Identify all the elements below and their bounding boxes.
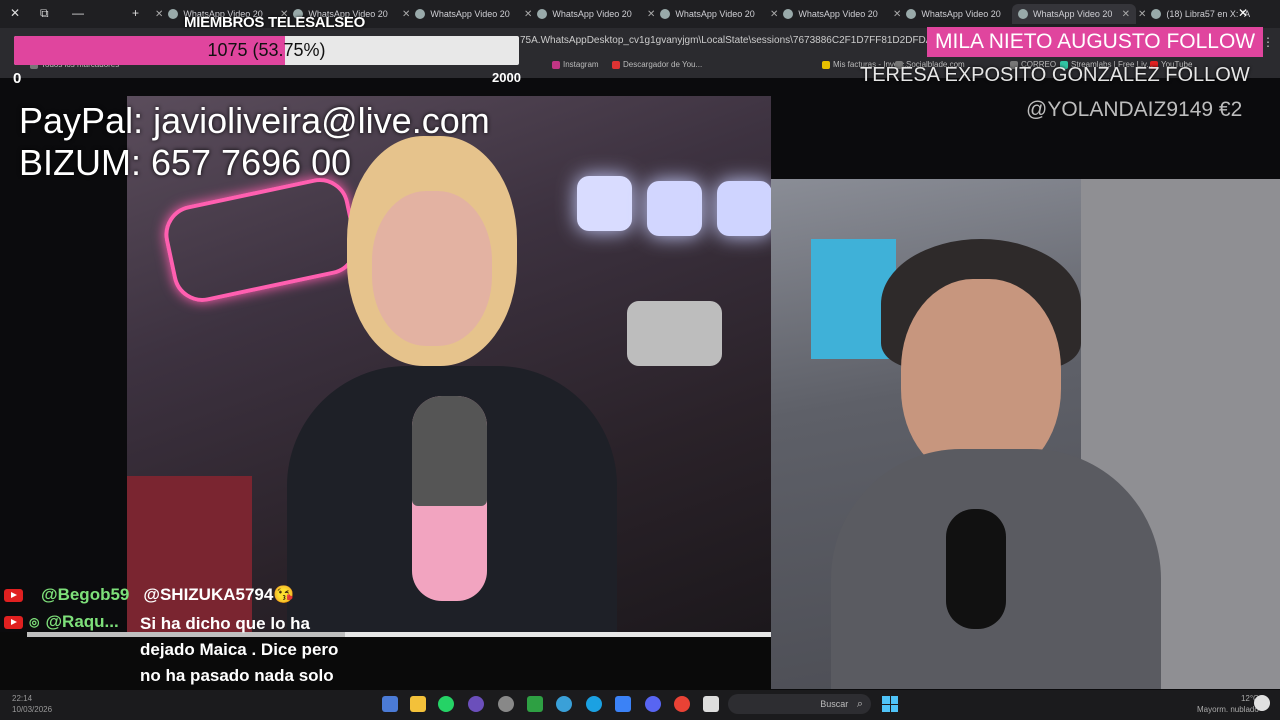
browser-tab-active[interactable]: WhatsApp Video 20 ✕ <box>1012 4 1136 24</box>
chrome-icon[interactable] <box>674 696 690 712</box>
file-explorer-icon[interactable] <box>410 696 426 712</box>
guest-face <box>372 191 492 346</box>
mail-icon[interactable] <box>615 696 631 712</box>
discord-icon[interactable] <box>645 696 661 712</box>
bookmark-item[interactable]: Instagram <box>552 60 599 69</box>
goal-min-label: 0 <box>13 70 22 87</box>
app-icon[interactable] <box>703 696 719 712</box>
tab-favicon-icon <box>783 9 794 19</box>
menu-icon[interactable]: ⋮ <box>1262 35 1274 49</box>
goal-title: MIEMBROS TELESALSEO <box>184 14 365 31</box>
windows-start-icon[interactable] <box>882 696 898 712</box>
app-icon[interactable] <box>498 696 514 712</box>
hex-light <box>717 181 771 236</box>
host-video <box>771 179 1280 689</box>
browser-tab[interactable]: ✕ WhatsApp Video 20 <box>893 4 1011 24</box>
black-microphone <box>946 509 1006 629</box>
chat-username: @Begob59 <box>41 585 130 604</box>
taskbar-weather[interactable]: 12°C Mayorm. nublado <box>1197 693 1259 715</box>
tab-favicon-icon <box>906 9 917 19</box>
chat-message: ◎ @Raqu... <box>4 611 119 633</box>
close-window-icon[interactable]: ✕ <box>10 6 20 20</box>
weather-cloud-icon <box>1254 695 1270 711</box>
hex-light <box>647 181 702 236</box>
search-icon: ⌕ <box>856 698 863 710</box>
tab-favicon-icon <box>415 9 426 19</box>
donation-label: @YOLANDAIZ9149 €2 <box>1026 98 1243 121</box>
app-icon[interactable] <box>468 696 484 712</box>
youtube-icon <box>4 615 23 629</box>
tab-favicon-icon <box>537 9 548 19</box>
hex-light <box>577 176 632 231</box>
whatsapp-icon[interactable] <box>438 696 454 712</box>
app-icon[interactable] <box>527 696 543 712</box>
chat-message: @Begob59 @SHIZUKA5794😘 <box>4 584 295 606</box>
tab-favicon-icon <box>1018 9 1028 19</box>
chat-text: @SHIZUKA5794😘 <box>143 585 295 604</box>
app-icon[interactable] <box>556 696 572 712</box>
follow-alert-secondary: TERESA EXPOSITO GONZALEZ FOLLOW <box>860 64 1250 86</box>
edge-icon[interactable] <box>586 696 602 712</box>
taskbar-search[interactable]: Buscar ⌕ <box>728 694 871 714</box>
payment-info: PayPal: javioliveira@live.com BIZUM: 657… <box>19 100 490 184</box>
bizum-line: BIZUM: 657 7696 00 <box>19 142 352 183</box>
address-url: 75A.WhatsAppDesktop_cv1g1gvanyjgm\LocalS… <box>520 35 984 46</box>
new-tab-icon[interactable]: + <box>132 6 139 20</box>
member-badge-icon: ◎ <box>29 615 40 629</box>
magazine-cover <box>127 476 252 632</box>
chat-username: @Raqu... <box>45 612 119 631</box>
app-icon[interactable] <box>382 696 398 712</box>
browser-tab[interactable]: ✕ WhatsApp Video 20 <box>647 4 765 24</box>
follow-alert-primary: MILA NIETO AUGUSTO FOLLOW <box>927 27 1264 57</box>
neon-sign <box>158 172 364 308</box>
play-button-plaque <box>627 301 722 366</box>
youtube-icon <box>4 588 23 602</box>
mic-grille <box>412 396 487 506</box>
minimize-icon[interactable]: — <box>72 6 84 20</box>
tab-favicon-icon <box>660 9 671 19</box>
browser-tab[interactable]: ✕ (18) Libra57 en X: "A <box>1138 4 1250 24</box>
tab-favicon-icon <box>1151 9 1162 19</box>
restore-icon[interactable]: ⧉ <box>40 6 49 21</box>
browser-tab[interactable]: ✕ WhatsApp Video 20 <box>770 4 888 24</box>
tab-favicon-icon <box>168 9 179 19</box>
bookmark-item[interactable]: Descargador de You... <box>612 60 702 69</box>
browser-tab[interactable]: ✕ WhatsApp Video 20 <box>402 4 520 24</box>
close-tab-icon[interactable]: ✕ <box>1238 6 1248 20</box>
windows-taskbar <box>0 690 1280 720</box>
player-bottom-strip <box>0 632 771 690</box>
paypal-line: PayPal: javioliveira@live.com <box>19 100 490 141</box>
goal-max-label: 2000 <box>492 70 521 85</box>
goal-progress-bar: 1075 (53.75%) <box>14 36 519 65</box>
taskbar-clock-left: 22:14 10/03/2026 <box>12 694 53 714</box>
browser-tab[interactable]: ✕ WhatsApp Video 20 <box>524 4 642 24</box>
goal-progress-text: 1075 (53.75%) <box>207 40 326 60</box>
